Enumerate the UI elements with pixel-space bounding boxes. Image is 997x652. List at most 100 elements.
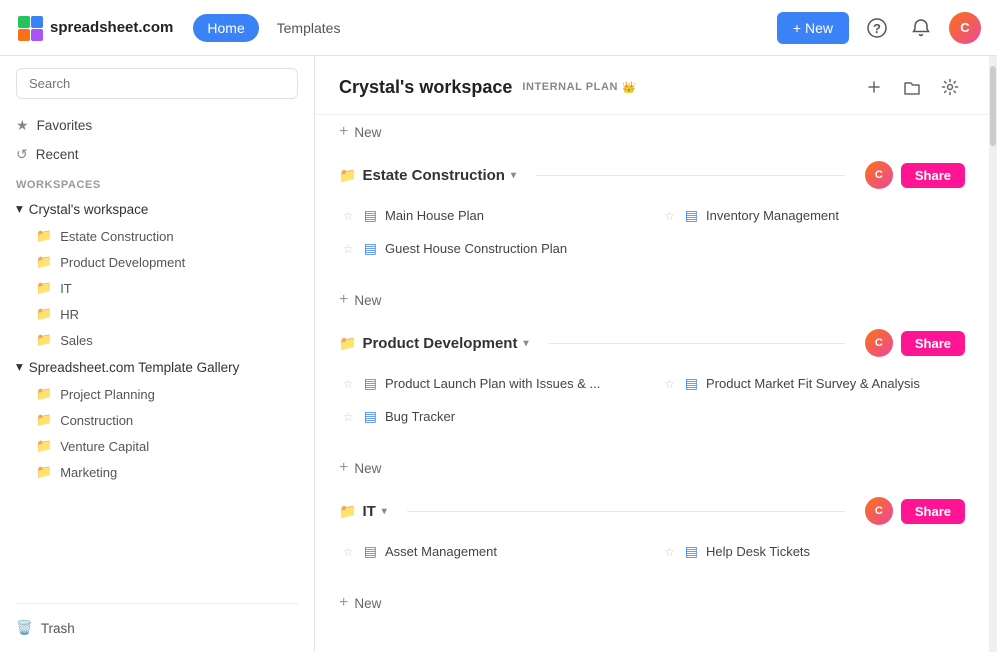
sheet-guest-house[interactable]: ☆ ▤ Guest House Construction Plan [339,234,644,263]
favorites-label: Favorites [37,118,93,133]
star-icon[interactable]: ☆ [343,410,354,424]
workspace-crystals-header[interactable]: ▾ Crystal's workspace [0,195,314,223]
notifications-icon[interactable] [905,12,937,44]
logo[interactable]: spreadsheet.com [16,14,173,42]
sheet-name: Main House Plan [385,208,484,223]
new-button[interactable]: + New [777,12,849,44]
sidebar-item-label: Project Planning [60,387,155,402]
it-sheets-grid: ☆ ▤ Asset Management ☆ ▤ Help Desk Ticke… [339,533,965,570]
workspace-gallery-header[interactable]: ▾ Spreadsheet.com Template Gallery [0,353,314,381]
sidebar-item-label: IT [60,281,72,296]
folder-it-avatar: C [865,497,893,525]
folder-it: 📁 IT ▾ C Share ☆ ▤ Asset Management ☆ ▤ … [315,485,989,586]
main-layout: ★ Favorites ↺ Recent WORKSPACES ▾ Crysta… [0,56,997,652]
sheet-inventory-management[interactable]: ☆ ▤ Inventory Management [660,201,965,230]
sidebar-item-estate-construction[interactable]: 📁 Estate Construction [0,223,314,249]
sidebar-item-favorites[interactable]: ★ Favorites [0,111,314,140]
folder-icon: 📁 [36,386,52,402]
sheet-product-launch[interactable]: ☆ ▤ Product Launch Plan with Issues & ..… [339,369,644,398]
logo-text: spreadsheet.com [50,19,173,36]
sheet-main-house-plan[interactable]: ☆ ▤ Main House Plan [339,201,644,230]
nav-home[interactable]: Home [193,14,258,42]
add-folder-button[interactable] [859,72,889,102]
sidebar-item-trash[interactable]: 🗑️ Trash [16,612,298,644]
sidebar-item-product-development[interactable]: 📁 Product Development [0,249,314,275]
star-icon[interactable]: ☆ [664,545,675,559]
star-icon[interactable]: ☆ [343,242,354,256]
sheet-bug-tracker[interactable]: ☆ ▤ Bug Tracker [339,402,644,431]
sheet-name: Product Launch Plan with Issues & ... [385,376,600,391]
nav-templates[interactable]: Templates [263,14,355,42]
folder-estate-name[interactable]: 📁 Estate Construction ▾ [339,167,516,184]
sidebar-item-label: Product Development [60,255,185,270]
star-icon[interactable]: ☆ [664,377,675,391]
sheet-market-fit[interactable]: ☆ ▤ Product Market Fit Survey & Analysis [660,369,965,398]
new-row-estate[interactable]: + New [315,283,989,317]
new-row-top[interactable]: + New [315,115,989,149]
sheet-name: Inventory Management [706,208,839,223]
sheet-name: Asset Management [385,544,497,559]
sidebar-item-venture-capital[interactable]: 📁 Venture Capital [0,433,314,459]
search-container [0,56,314,111]
sidebar-item-label: Venture Capital [60,439,149,454]
plan-badge: INTERNAL PLAN 👑 [522,81,636,94]
folder-icon-it: 📁 [339,503,356,520]
folder-estate-chevron: ▾ [511,170,516,181]
sidebar-item-it[interactable]: 📁 IT [0,275,314,301]
sidebar-item-hr[interactable]: 📁 HR [0,301,314,327]
settings-button[interactable] [935,72,965,102]
sidebar-item-label: Sales [60,333,93,348]
workspace-crystals-name: Crystal's workspace [29,202,149,217]
main-content: Crystal's workspace INTERNAL PLAN 👑 [315,56,989,652]
sheet-help-desk[interactable]: ☆ ▤ Help Desk Tickets [660,537,965,566]
star-icon[interactable]: ☆ [343,377,354,391]
workspace-crystals: ▾ Crystal's workspace 📁 Estate Construct… [0,195,314,353]
workspace-template-gallery: ▾ Spreadsheet.com Template Gallery 📁 Pro… [0,353,314,485]
search-input[interactable] [16,68,298,99]
content-header: Crystal's workspace INTERNAL PLAN 👑 [315,56,989,115]
share-it-button[interactable]: Share [901,499,965,524]
new-label: New [354,596,381,611]
folder-icon: 📁 [36,254,52,270]
estate-sheets-grid: ☆ ▤ Main House Plan ☆ ▤ Inventory Manage… [339,197,965,267]
star-icon[interactable]: ☆ [343,545,354,559]
star-icon[interactable]: ☆ [343,209,354,223]
folder-product-name[interactable]: 📁 Product Development ▾ [339,335,529,352]
sheet-name: Guest House Construction Plan [385,241,567,256]
main-nav: Home Templates [193,20,354,36]
share-product-button[interactable]: Share [901,331,965,356]
sidebar-item-label: Construction [60,413,133,428]
folder-icon: 📁 [36,332,52,348]
sidebar-item-project-planning[interactable]: 📁 Project Planning [0,381,314,407]
folder-button[interactable] [897,72,927,102]
folder-icon: 📁 [36,412,52,428]
scrollbar-thumb[interactable] [990,66,996,146]
folder-it-name[interactable]: 📁 IT ▾ [339,503,387,520]
sheet-name: Help Desk Tickets [706,544,810,559]
new-label: New [354,461,381,476]
share-estate-button[interactable]: Share [901,163,965,188]
new-row-product[interactable]: + New [315,451,989,485]
sidebar-item-recent[interactable]: ↺ Recent [0,140,314,169]
new-row-it[interactable]: + New [315,586,989,620]
folder-product-divider [549,343,845,344]
sidebar-item-sales[interactable]: 📁 Sales [0,327,314,353]
recent-icon: ↺ [16,146,28,163]
folder-icon-estate: 📁 [339,167,356,184]
sheet-icon: ▤ [364,240,377,257]
folder-estate-avatar: C [865,161,893,189]
sidebar-item-label: Marketing [60,465,117,480]
star-icon[interactable]: ☆ [664,209,675,223]
scrollbar-track[interactable] [989,56,997,652]
trash-icon: 🗑️ [16,620,33,636]
svg-text:?: ? [873,21,881,36]
avatar[interactable]: C [949,12,981,44]
content-header-actions [859,72,965,102]
sheet-icon: ▤ [685,207,698,224]
sheet-icon: ▤ [364,543,377,560]
sheet-name: Product Market Fit Survey & Analysis [706,376,920,391]
help-icon[interactable]: ? [861,12,893,44]
sheet-asset-management[interactable]: ☆ ▤ Asset Management [339,537,644,566]
sidebar-item-marketing[interactable]: 📁 Marketing [0,459,314,485]
sidebar-item-construction[interactable]: 📁 Construction [0,407,314,433]
